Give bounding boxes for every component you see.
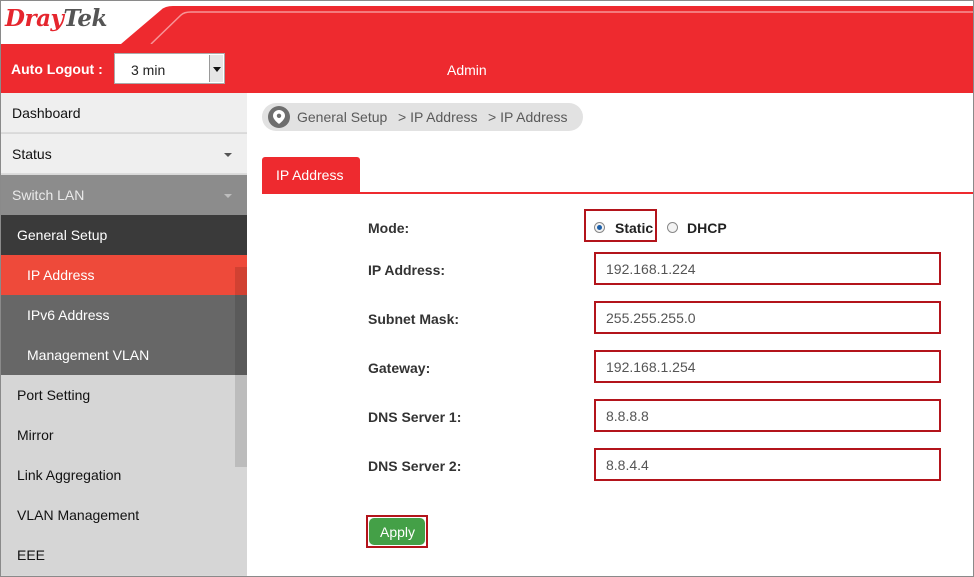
- sidebar-item-label: IP Address: [27, 267, 95, 283]
- sidebar-item-status[interactable]: Status: [1, 134, 247, 174]
- auto-logout-label: Auto Logout :: [11, 61, 103, 77]
- sidebar-item-ip-address[interactable]: IP Address: [1, 255, 247, 295]
- sidebar-item-label: Management VLAN: [27, 347, 150, 363]
- auto-logout-value: 3 min: [131, 62, 166, 78]
- header-swoosh: [121, 6, 973, 44]
- apply-button[interactable]: Apply: [369, 518, 425, 545]
- dns-server-1-label: DNS Server 1:: [368, 409, 462, 425]
- logo-text-dray: Dray: [5, 5, 64, 32]
- sidebar-item-port-setting[interactable]: Port Setting: [1, 375, 247, 415]
- ip-address-input[interactable]: [606, 261, 926, 277]
- user-name: Admin: [447, 62, 487, 78]
- sidebar-item-switch-lan[interactable]: Switch LAN: [1, 175, 247, 215]
- mode-label: Mode:: [368, 220, 410, 236]
- gateway-label: Gateway:: [368, 360, 431, 376]
- logo-text-tek: Tek: [63, 5, 107, 32]
- sidebar-item-dashboard[interactable]: Dashboard: [1, 93, 247, 133]
- sidebar-item-management-vlan[interactable]: Management VLAN: [1, 335, 247, 375]
- dns-server-2-input[interactable]: [606, 457, 926, 473]
- mode-static-label[interactable]: Static: [615, 220, 653, 236]
- sidebar-item-label: General Setup: [17, 227, 108, 243]
- sidebar-item-label: IPv6 Address: [27, 307, 110, 323]
- subnet-mask-input[interactable]: [606, 310, 926, 326]
- gateway-input[interactable]: [606, 359, 926, 375]
- breadcrumb-ip-address[interactable]: > IP Address: [398, 109, 478, 125]
- top-bar: DrayTek: [1, 1, 973, 44]
- mode-dhcp-label[interactable]: DHCP: [687, 220, 727, 236]
- sidebar-item-label: Port Setting: [17, 387, 91, 403]
- sidebar-item-label: Switch LAN: [12, 187, 85, 203]
- dropdown-arrow-icon[interactable]: [209, 55, 223, 82]
- chevron-down-icon: [224, 194, 232, 198]
- breadcrumb: General Setup > IP Address > IP Address: [262, 103, 583, 131]
- tab-underline: [262, 192, 973, 194]
- mode-static-radio[interactable]: [594, 222, 605, 233]
- ip-address-label: IP Address:: [368, 262, 446, 278]
- sidebar-item-label: EEE: [17, 547, 46, 563]
- sidebar-item-label: Mirror: [17, 427, 54, 443]
- sidebar-item-link-aggregation[interactable]: Link Aggregation: [1, 455, 247, 495]
- ip-address-field[interactable]: [594, 252, 941, 285]
- sidebar-item-label: VLAN Management: [17, 507, 140, 523]
- chevron-down-icon: [224, 153, 232, 157]
- sidebar-item-mirror[interactable]: Mirror: [1, 415, 247, 455]
- app-window: DrayTek Auto Logout : 3 min Admin Dashbo…: [0, 0, 974, 577]
- dns-server-2-label: DNS Server 2:: [368, 458, 462, 474]
- auto-logout-select[interactable]: 3 min: [114, 53, 225, 84]
- dns-server-1-field[interactable]: [594, 399, 941, 432]
- sidebar-item-vlan-management[interactable]: VLAN Management: [1, 495, 247, 535]
- subnet-mask-label: Subnet Mask:: [368, 311, 460, 327]
- sidebar-item-general-setup[interactable]: General Setup: [1, 215, 247, 255]
- breadcrumb-current: > IP Address: [488, 109, 568, 125]
- dns-server-1-input[interactable]: [606, 408, 926, 424]
- submenu-scrollbar[interactable]: [235, 267, 247, 467]
- draytek-logo[interactable]: DrayTek: [5, 5, 107, 32]
- mode-dhcp-radio[interactable]: [667, 222, 678, 233]
- subnet-mask-field[interactable]: [594, 301, 941, 334]
- gateway-field[interactable]: [594, 350, 941, 383]
- sidebar-item-ipv6-address[interactable]: IPv6 Address: [1, 295, 247, 335]
- tab-ip-address[interactable]: IP Address: [262, 157, 360, 193]
- dns-server-2-field[interactable]: [594, 448, 941, 481]
- sidebar: Dashboard Status Switch LAN General Setu…: [1, 93, 247, 576]
- breadcrumb-general-setup[interactable]: General Setup: [297, 109, 387, 125]
- sidebar-item-eee[interactable]: EEE: [1, 535, 247, 575]
- sidebar-item-label: Status: [12, 146, 52, 162]
- sidebar-item-label: Dashboard: [12, 105, 81, 121]
- sidebar-item-label: Link Aggregation: [17, 467, 122, 483]
- tab-label: IP Address: [276, 167, 344, 183]
- header-bar: Auto Logout : 3 min Admin: [1, 44, 973, 93]
- apply-button-label: Apply: [380, 524, 416, 540]
- location-pin-icon: [268, 106, 290, 128]
